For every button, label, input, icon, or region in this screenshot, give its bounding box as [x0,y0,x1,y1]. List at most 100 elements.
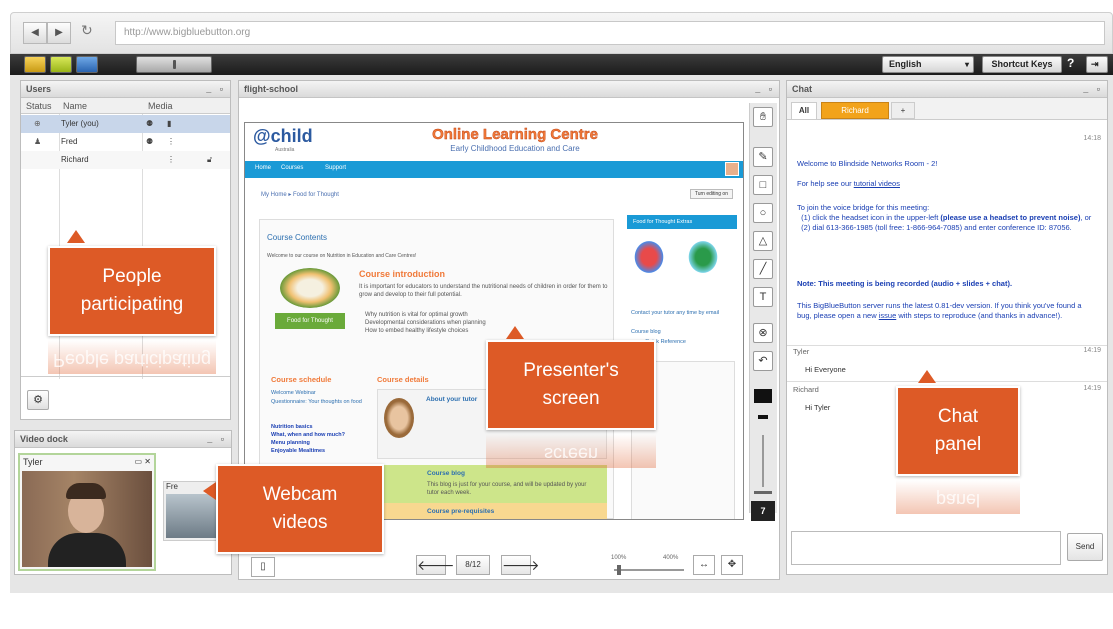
annotation-presenter: Presenter's screen [486,340,656,430]
slide-list: Why nutrition is vital for optimal growt… [365,312,486,334]
users-panel-header: Users _ ▫ [21,81,230,98]
text-tool-icon[interactable]: T [753,287,773,307]
tutorial-videos-link[interactable]: tutorial videos [854,179,900,188]
webcam-icon[interactable]: ⚉ [146,133,153,151]
message-time: 14:18 [1083,135,1101,142]
line-icon[interactable]: ╱ [753,259,773,279]
fit-page-icon[interactable]: ✥ [721,555,743,575]
webcam-icon[interactable]: ⚉ [146,115,153,133]
chat-version-info: This BigBlueButton server runs the lates… [797,301,1082,320]
col-name[interactable]: Name [63,101,87,111]
thickness-slider-handle[interactable] [754,491,772,494]
microphone-icon[interactable]: ▮ [167,115,171,133]
table-row[interactable]: ♟ Fred ⚉ ⋮ [21,133,230,151]
microphone-icon[interactable]: ⋮ [167,151,175,169]
panel-controls[interactable]: _ ▫ [207,431,227,447]
chat-input[interactable] [791,531,1061,565]
user-name: Fred [61,137,78,146]
annotation-arrow [203,482,216,500]
slide-left-section: Course schedule [271,375,332,384]
url-bar[interactable]: http://www.bigbluebutton.org [115,21,1105,45]
slide-logo-sub: Australia [275,147,295,153]
pan-hand-icon[interactable]: ✋︎ [753,107,773,127]
thickness-indicator [758,415,768,419]
annotation-people: People participating [48,246,216,336]
issue-link[interactable]: issue [879,311,897,320]
next-slide-button[interactable]: 🡒︎ [501,555,540,575]
unlock-icon[interactable]: 🔓︎ [207,151,212,169]
panel-controls[interactable]: _ ▫ [206,81,226,97]
logout-button[interactable]: ⇥ [1086,56,1108,73]
slide-mascot-c [631,237,667,277]
send-button[interactable]: Send [1067,533,1103,561]
chat-tabs: All Richard + [787,98,1107,120]
slide-blog-text: This blog is just for your course, and w… [427,482,587,496]
fit-width-icon[interactable]: ↔ [693,555,715,575]
users-table-header: Status Name Media [21,98,230,114]
webcam-controls[interactable]: ▭ ✕ [135,455,151,469]
annotation-webcam: Webcam videos [216,464,384,554]
undo-icon[interactable]: ↶ [753,351,773,371]
slide-site-subtitle: Early Childhood Education and Care [450,144,580,153]
zoom-slider-handle[interactable] [617,565,621,575]
col-status[interactable]: Status [26,101,52,111]
slide-mid-section: Course details [377,375,429,384]
help-button[interactable]: ? [1067,56,1074,70]
slide-course-blog-link: Course blog [631,329,661,335]
users-panel-title: Users [26,84,52,94]
presenter-icon: ⊕ [34,119,41,128]
language-select[interactable]: English ▾ [882,56,974,73]
user-name: Tyler (you) [61,119,99,128]
back-button[interactable]: ◀ [23,22,47,44]
pencil-icon[interactable]: ✎ [753,147,773,167]
video-dock-title: Video dock [20,434,68,444]
message-user: Richard [793,385,819,394]
shortcut-keys-button[interactable]: Shortcut Keys [982,56,1062,73]
desktop-share-icon[interactable] [76,56,98,73]
triangle-icon[interactable]: △ [753,231,773,251]
zoom-slider[interactable] [614,569,684,571]
chat-welcome: Welcome to Blindside Networks Room - 2! [797,159,938,168]
message-text: Hi Tyler [805,403,831,412]
page-number-button[interactable]: 8/12 [456,555,490,575]
col-media[interactable]: Media [148,101,173,111]
ellipse-icon[interactable]: ○ [753,203,773,223]
slide-navbar: Home Courses Support [245,161,743,178]
webcam-window-tyler[interactable]: Tyler ▭ ✕ [18,453,156,571]
upload-icon[interactable]: ▯ [251,557,275,577]
thickness-slider[interactable] [762,435,764,487]
tab-all[interactable]: All [791,102,817,119]
microphone-icon[interactable]: ⋮ [167,133,175,151]
table-row[interactable]: Richard ⋮ 🔓︎ [21,151,230,169]
annotation-chat: Chat panel [896,386,1020,476]
message-time: 14:19 [1083,347,1101,354]
webcam-video [166,494,216,538]
chat-header: Chat _ ▫ [787,81,1107,98]
annotation-arrow [67,230,85,243]
clear-icon[interactable]: ⊗ [753,323,773,343]
chat-recorded-note: Note: This meeting is being recorded (au… [797,279,1013,288]
table-row[interactable]: ⊕ Tyler (you) ⚉ ▮ [21,115,230,133]
reload-icon[interactable]: ↻ [81,22,93,39]
tab-richard[interactable]: Richard [821,102,889,119]
forward-button[interactable]: ▶ [47,22,71,44]
slide-prereq-title: Course pre-requisites [427,508,495,515]
webcam-icon[interactable] [50,56,72,73]
slide-user-avatar [725,162,739,176]
panel-controls[interactable]: _ ▫ [1083,81,1103,97]
microphone-button[interactable] [136,56,212,73]
microphone-icon [173,60,176,69]
slide-food-image [280,268,340,308]
panel-controls[interactable]: _ ▫ [755,81,775,97]
settings-gear-button[interactable]: ⚙︎ [27,390,49,410]
zoom-min-label: 100% [611,555,627,561]
color-swatch[interactable] [754,389,772,403]
slide-blog-title: Course blog [427,470,465,477]
tab-add[interactable]: + [891,102,915,119]
rectangle-icon[interactable]: □ [753,175,773,195]
message-time: 14:19 [1083,385,1101,392]
previous-slide-button[interactable]: 🡐︎ [416,555,455,575]
headset-icon[interactable] [24,56,46,73]
annotation-arrow [506,326,524,339]
presentation-title: flight-school [244,84,298,94]
